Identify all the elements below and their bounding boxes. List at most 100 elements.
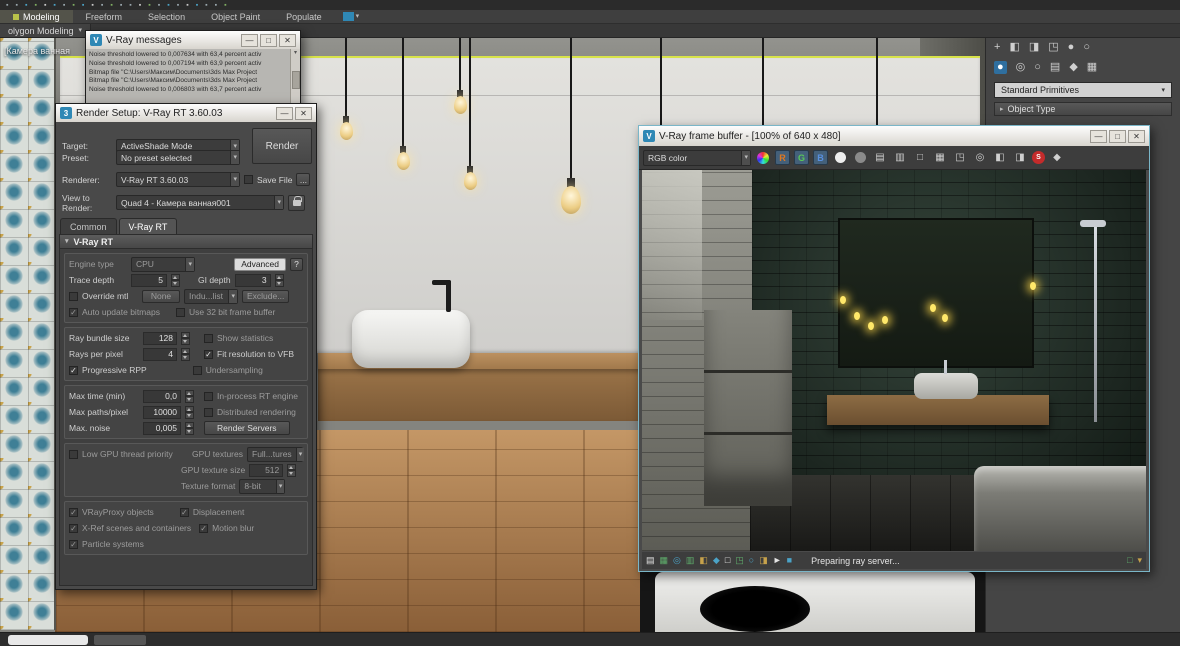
material-editor-icon[interactable]: ▪ — [196, 2, 198, 9]
vfb-settings-button[interactable]: ◆ — [1049, 150, 1065, 166]
lights-category-icon[interactable]: ○ — [1034, 62, 1041, 73]
schematic-view-icon[interactable]: ▪ — [186, 2, 188, 9]
advanced-button[interactable]: Advanced — [234, 258, 286, 271]
fit-resolution-checkbox[interactable]: ✓ — [204, 350, 213, 359]
load-image-button[interactable]: ▥ — [892, 150, 908, 166]
layer-manager-icon[interactable]: ▪ — [167, 2, 169, 9]
link-icon[interactable]: ▪ — [25, 2, 27, 9]
track-mouse-button[interactable]: ◎ — [972, 150, 988, 166]
snap-icon[interactable]: ▪ — [120, 2, 122, 9]
spin-down-icon[interactable] — [171, 280, 180, 287]
blue-channel-button[interactable]: B — [813, 150, 828, 165]
show-statistics-checkbox[interactable] — [204, 334, 213, 343]
geometry-category-icon[interactable]: ● — [994, 61, 1007, 74]
status-icon[interactable]: ▥ — [686, 556, 695, 565]
layout-right-icon[interactable]: ◨ — [1029, 42, 1039, 53]
scroll-up-icon[interactable]: ▾ — [294, 49, 297, 56]
render-setup-icon[interactable]: ▪ — [205, 2, 207, 9]
distributed-checkbox[interactable] — [204, 408, 213, 417]
rays-per-pixel-spinner[interactable] — [181, 348, 190, 361]
helpers-category-icon[interactable]: ◆ — [1069, 62, 1077, 73]
rotate-icon[interactable]: ▪ — [101, 2, 103, 9]
include-list-dropdown[interactable]: Indu...list ▾ — [184, 289, 238, 304]
render-image[interactable] — [642, 170, 1146, 551]
displacement-checkbox[interactable]: ✓ — [180, 508, 189, 517]
spin-down-icon[interactable] — [185, 396, 194, 403]
spin-down-icon[interactable] — [181, 338, 190, 345]
scale-icon[interactable]: ▪ — [110, 2, 112, 9]
status-icon[interactable]: ■ — [787, 556, 792, 565]
object-type-rollout[interactable]: ▸ Object Type — [994, 102, 1172, 116]
tab-modeling[interactable]: Modeling — [0, 10, 73, 23]
use-32bit-checkbox[interactable] — [176, 308, 185, 317]
status-icon[interactable]: ◨ — [759, 556, 768, 565]
spin-down-icon[interactable] — [275, 280, 284, 287]
stop-render-button[interactable]: S — [1032, 151, 1045, 164]
tab-common[interactable]: Common — [60, 218, 117, 234]
rect-region-icon[interactable]: ▪ — [72, 2, 74, 9]
gi-depth-spinner[interactable] — [275, 274, 284, 287]
circle-tool-icon[interactable]: ● — [1068, 42, 1075, 53]
redo-icon[interactable]: ▪ — [15, 2, 17, 9]
particle-checkbox[interactable]: ✓ — [69, 540, 78, 549]
color-swatch-icon[interactable] — [755, 150, 771, 166]
status-icon[interactable]: ○ — [749, 556, 754, 565]
frame-buffer-titlebar[interactable]: V V-Ray frame buffer - [100% of 640 x 48… — [639, 126, 1149, 146]
curve-editor-icon[interactable]: ▪ — [177, 2, 179, 9]
texture-format-dropdown[interactable]: 8-bit ▾ — [239, 479, 285, 494]
ray-bundle-value[interactable]: 128 — [143, 332, 177, 345]
spin-down-icon[interactable] — [185, 428, 194, 435]
tab-populate[interactable]: Populate — [273, 10, 335, 23]
spin-down-icon[interactable] — [185, 412, 194, 419]
status-icon[interactable]: ◧ — [699, 556, 708, 565]
status-icon[interactable]: □ — [725, 556, 730, 565]
save-image-button[interactable]: ▤ — [872, 150, 888, 166]
duplicate-buffer-button[interactable]: ▦ — [932, 150, 948, 166]
exclude-button[interactable]: Exclude... — [242, 290, 289, 303]
auto-update-bitmaps-checkbox[interactable]: ✓ — [69, 308, 78, 317]
compare-button[interactable]: ◨ — [1012, 150, 1028, 166]
save-file-checkbox[interactable] — [244, 175, 253, 184]
tab-vray-rt[interactable]: V-Ray RT — [119, 218, 178, 234]
render-setup-titlebar[interactable]: 3 Render Setup: V-Ray RT 3.60.03 — ✕ — [56, 104, 316, 122]
preset-dropdown[interactable]: No preset selected ▾ — [116, 150, 240, 165]
alpha-channel-button[interactable] — [832, 150, 848, 166]
ray-bundle-spinner[interactable] — [181, 332, 190, 345]
select-icon[interactable]: ▪ — [53, 2, 55, 9]
shapes-category-icon[interactable]: ◎ — [1016, 62, 1026, 73]
max-paths-value[interactable]: 10000 — [143, 406, 181, 419]
trace-depth-value[interactable]: 5 — [131, 274, 167, 287]
vray-rt-rollout-header[interactable]: ▾ V-Ray RT — [60, 235, 312, 249]
move-icon[interactable]: ▪ — [91, 2, 93, 9]
status-icon[interactable]: ◳ — [735, 556, 744, 565]
max-noise-spinner[interactable] — [185, 422, 194, 435]
angle-snap-icon[interactable]: ▪ — [129, 2, 131, 9]
minimize-button[interactable]: — — [1090, 130, 1107, 143]
tab-freeform[interactable]: Freeform — [73, 10, 136, 23]
motion-blur-checkbox[interactable]: ✓ — [199, 524, 208, 533]
maximize-button[interactable]: □ — [1109, 130, 1126, 143]
close-button[interactable]: ✕ — [1128, 130, 1145, 143]
green-channel-button[interactable]: G — [794, 150, 809, 165]
status-icon[interactable]: ▤ — [646, 556, 655, 565]
gpu-texture-size-spinner[interactable] — [287, 464, 296, 477]
render-production-icon[interactable]: ▪ — [224, 2, 226, 9]
help-button[interactable]: ? — [290, 258, 303, 271]
minimize-button[interactable]: — — [276, 107, 293, 120]
inprocess-checkbox[interactable] — [204, 392, 213, 401]
view-to-render-dropdown[interactable]: Quad 4 - Камера ванная001 ▾ — [116, 195, 284, 210]
bind-icon[interactable]: ▪ — [44, 2, 46, 9]
primitive-type-dropdown[interactable]: Standard Primitives ▾ — [994, 82, 1172, 98]
mirror-icon[interactable]: ▪ — [148, 2, 150, 9]
mono-tool-icon[interactable]: ○ — [1083, 42, 1090, 53]
chevron-down-icon[interactable]: ▾ — [1137, 556, 1142, 565]
close-button[interactable]: ✕ — [295, 107, 312, 120]
gpu-textures-dropdown[interactable]: Full...tures ▾ — [247, 447, 303, 462]
low-gpu-checkbox[interactable] — [69, 450, 78, 459]
viewport-camera-label[interactable]: [Камера ванная — [4, 46, 70, 56]
lock-view-button[interactable] — [288, 195, 305, 211]
vray-messages-titlebar[interactable]: V V-Ray messages — □ ✕ — [86, 31, 300, 49]
tab-object-paint[interactable]: Object Paint — [198, 10, 273, 23]
vrayproxy-checkbox[interactable]: ✓ — [69, 508, 78, 517]
layout-grid-icon[interactable]: ◳ — [1048, 42, 1058, 53]
